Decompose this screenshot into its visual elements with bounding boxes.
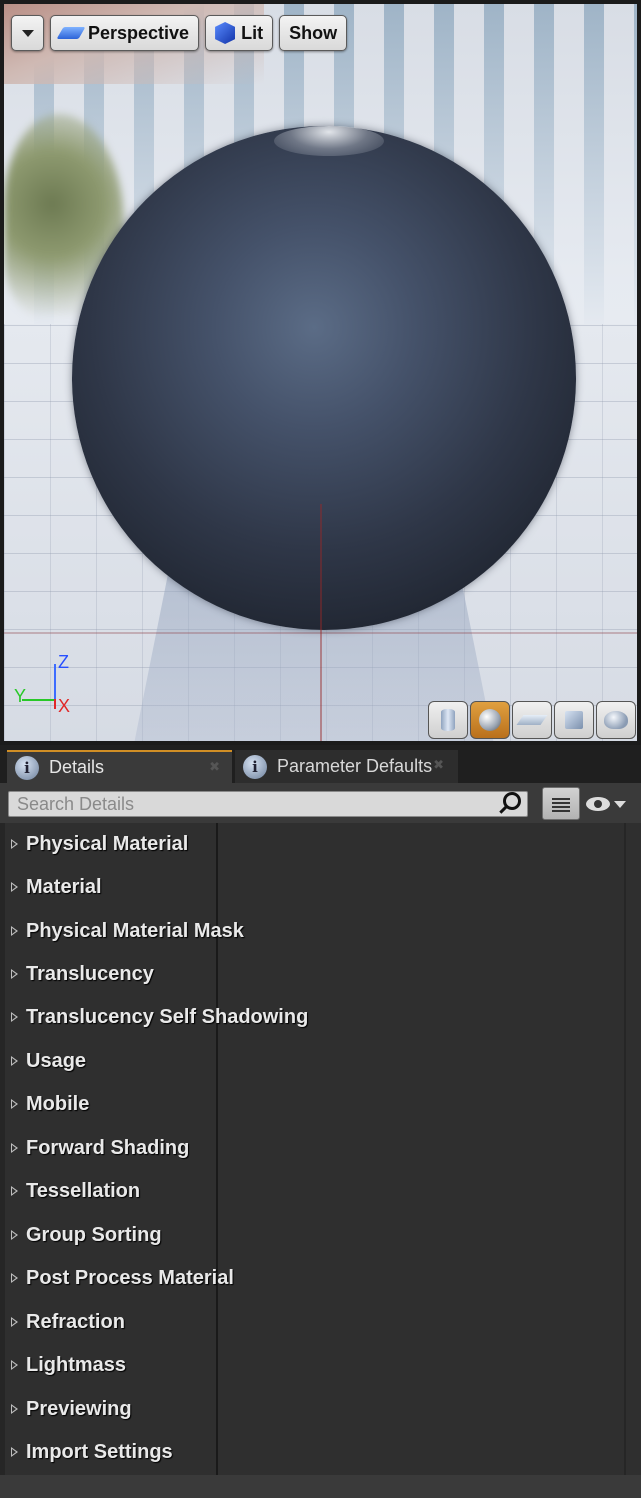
category-label: Forward Shading xyxy=(26,1136,190,1159)
list-view-icon xyxy=(552,795,570,812)
category-row[interactable]: Previewing xyxy=(5,1388,624,1430)
details-info-icon: i xyxy=(243,754,267,779)
category-row[interactable]: Post Process Material xyxy=(5,1257,624,1299)
grid-axis-line xyxy=(320,504,322,741)
category-row[interactable]: Physical Material xyxy=(5,823,624,865)
teapot-icon xyxy=(604,711,628,729)
tab-parameter-defaults-label: Parameter Defaults xyxy=(277,756,433,776)
panel-bottom-bar xyxy=(0,1475,641,1498)
expand-arrow-icon xyxy=(11,882,18,892)
material-preview-viewport[interactable]: Perspective Lit Show Z Y X xyxy=(4,4,637,741)
category-label: Tessellation xyxy=(26,1179,141,1202)
perspective-icon xyxy=(56,27,86,39)
tab-parameter-defaults[interactable]: i Parameter Defaults ✖ xyxy=(235,750,458,783)
expand-arrow-icon xyxy=(11,1317,18,1327)
category-label: Group Sorting xyxy=(26,1223,162,1246)
category-row[interactable]: Mobile xyxy=(5,1083,624,1125)
y-axis-label: Y xyxy=(14,686,27,706)
z-axis-label: Z xyxy=(58,652,69,672)
scrollbar-track[interactable] xyxy=(624,823,626,1475)
expand-arrow-icon xyxy=(11,1230,18,1240)
expand-arrow-icon xyxy=(11,1012,18,1022)
expand-arrow-icon xyxy=(11,1404,18,1414)
view-options-button[interactable] xyxy=(542,787,580,820)
expand-arrow-icon xyxy=(11,1099,18,1109)
preview-plane-button[interactable] xyxy=(512,701,552,739)
z-axis-line xyxy=(54,664,56,700)
chevron-down-icon xyxy=(614,800,626,808)
expand-arrow-icon xyxy=(11,1273,18,1283)
close-icon[interactable]: ✖ xyxy=(209,760,220,775)
preview-sphere xyxy=(72,126,576,630)
category-row[interactable]: Import Settings xyxy=(5,1431,624,1473)
expand-arrow-icon xyxy=(11,1143,18,1153)
chevron-down-icon xyxy=(21,29,34,37)
category-row[interactable]: Material xyxy=(5,866,624,908)
lit-cube-icon xyxy=(215,22,236,44)
category-row[interactable]: Lightmass xyxy=(5,1344,624,1386)
preview-mesh-button[interactable] xyxy=(596,701,636,739)
expand-arrow-icon xyxy=(11,969,18,979)
category-row[interactable]: Usage xyxy=(5,1040,624,1082)
tab-details-label: Details xyxy=(49,757,105,777)
x-axis-label: X xyxy=(58,696,71,716)
x-axis-line xyxy=(54,699,56,709)
show-label: Show xyxy=(289,22,338,43)
expand-arrow-icon xyxy=(11,1360,18,1370)
details-info-icon: i xyxy=(15,755,39,780)
category-label: Import Settings xyxy=(26,1440,173,1463)
expand-arrow-icon xyxy=(11,1447,18,1457)
category-label: Post Process Material xyxy=(26,1266,234,1289)
visibility-filter-button[interactable] xyxy=(586,793,634,815)
show-button[interactable]: Show xyxy=(279,15,348,51)
eye-icon xyxy=(586,797,610,811)
perspective-label: Perspective xyxy=(88,22,190,43)
category-row[interactable]: Group Sorting xyxy=(5,1214,624,1256)
category-label: Translucency xyxy=(26,962,154,985)
category-label: Lightmass xyxy=(26,1353,127,1376)
search-icon[interactable] xyxy=(503,792,521,810)
category-row[interactable]: Forward Shading xyxy=(5,1127,624,1169)
category-label: Material xyxy=(26,875,102,898)
category-label: Usage xyxy=(26,1049,87,1072)
tab-details[interactable]: i Details ✖ xyxy=(7,750,232,783)
sphere-icon xyxy=(479,709,501,731)
viewport-toolbar: Perspective Lit Show xyxy=(11,15,348,51)
expand-arrow-icon xyxy=(11,1186,18,1196)
preview-cube-button[interactable] xyxy=(554,701,594,739)
category-label: Translucency Self Shadowing xyxy=(26,1005,309,1028)
category-row[interactable]: Translucency Self Shadowing xyxy=(5,996,624,1038)
y-axis-line xyxy=(22,699,56,701)
category-label: Previewing xyxy=(26,1397,132,1420)
expand-arrow-icon xyxy=(11,926,18,936)
search-input[interactable] xyxy=(8,791,528,817)
view-mode-button[interactable]: Lit xyxy=(205,15,274,51)
viewport-options-button[interactable] xyxy=(11,15,44,51)
category-label: Mobile xyxy=(26,1092,90,1115)
expand-arrow-icon xyxy=(11,1056,18,1066)
expand-arrow-icon xyxy=(11,839,18,849)
category-row[interactable]: Refraction xyxy=(5,1301,624,1343)
category-row[interactable]: Physical Material Mask xyxy=(5,910,624,952)
category-row[interactable]: Tessellation xyxy=(5,1170,624,1212)
preview-sphere-button[interactable] xyxy=(470,701,510,739)
preview-cylinder-button[interactable] xyxy=(428,701,468,739)
sphere-highlight xyxy=(274,126,384,156)
view-mode-label: Lit xyxy=(241,22,264,43)
panel-tab-bar: i Details ✖ i Parameter Defaults ✖ xyxy=(0,745,641,783)
cylinder-icon xyxy=(441,709,455,731)
plane-icon xyxy=(516,715,548,725)
category-label: Refraction xyxy=(26,1310,125,1333)
category-row[interactable]: Translucency xyxy=(5,953,624,995)
preview-shape-toolbar xyxy=(428,701,636,739)
category-label: Physical Material Mask xyxy=(26,919,244,942)
axis-gizmo: Z Y X xyxy=(14,652,74,716)
category-label: Physical Material xyxy=(26,832,189,855)
perspective-button[interactable]: Perspective xyxy=(50,15,200,51)
close-icon[interactable]: ✖ xyxy=(433,758,444,773)
cube-icon xyxy=(565,711,583,729)
